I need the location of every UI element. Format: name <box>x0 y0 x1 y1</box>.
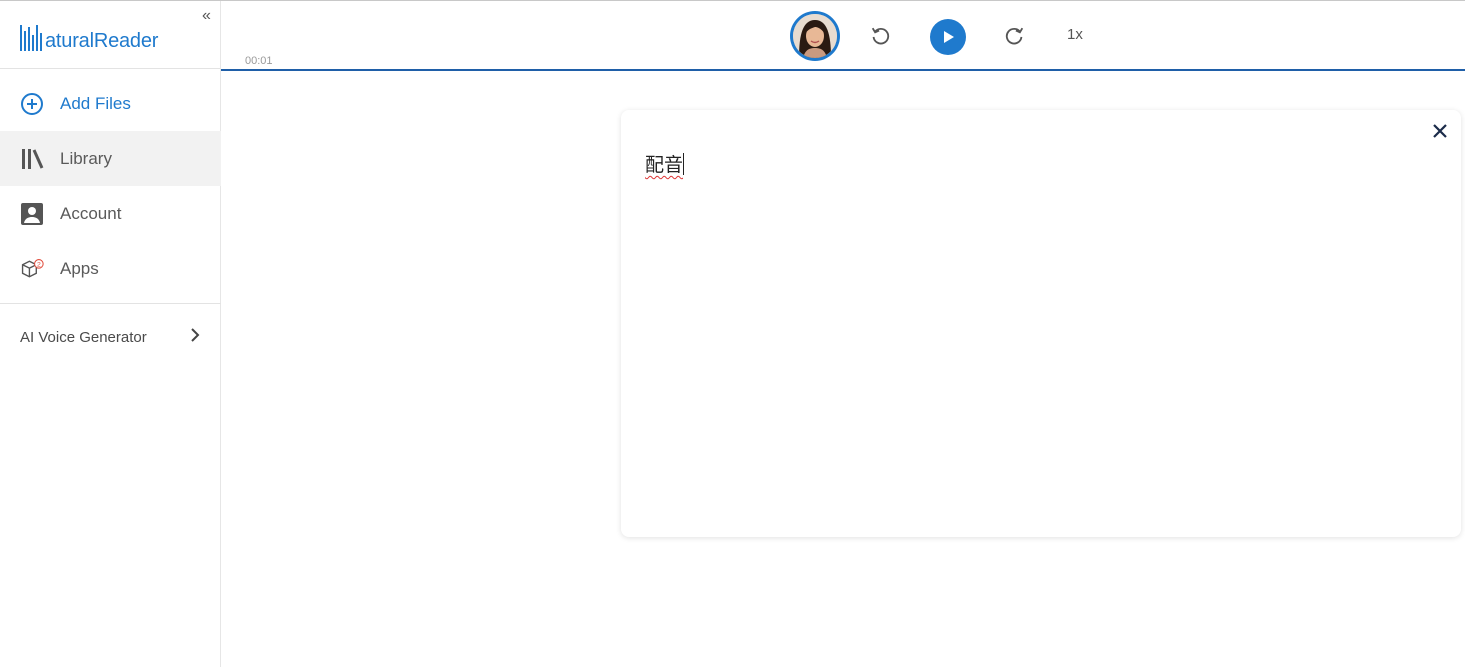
sidebar: aturalReader « Add Files Library Account… <box>0 1 221 667</box>
collapse-sidebar-button[interactable]: « <box>202 8 211 24</box>
apps-label: Apps <box>60 258 99 278</box>
logo-text: aturalReader <box>45 30 159 52</box>
sidebar-item-apps[interactable]: 2 Apps <box>0 241 221 296</box>
add-files-button[interactable]: Add Files <box>0 76 221 131</box>
ai-voice-generator-label: AI Voice Generator <box>20 328 147 346</box>
text-caret <box>683 153 685 175</box>
playback-speed-button[interactable]: 1x <box>1067 26 1083 43</box>
close-button[interactable] <box>1431 122 1449 140</box>
player-bar: 1x 00:01 <box>221 1 1465 71</box>
close-icon <box>1433 124 1447 138</box>
add-files-label: Add Files <box>60 93 131 113</box>
progress-bar[interactable] <box>221 69 1465 71</box>
play-icon <box>944 31 954 43</box>
rewind-icon <box>871 27 890 45</box>
apps-badge-count: 2 <box>37 261 41 268</box>
sidebar-item-account[interactable]: Account <box>0 186 221 241</box>
ai-voice-generator-link[interactable]: AI Voice Generator <box>20 327 200 347</box>
apps-box-icon: 2 <box>20 257 44 281</box>
naturalreader-logo[interactable]: aturalReader <box>20 21 158 51</box>
editor-text: 配音 <box>645 155 684 176</box>
elapsed-time: 00:01 <box>245 55 273 67</box>
forward-button[interactable] <box>1000 21 1030 51</box>
plus-circle-icon <box>20 92 44 116</box>
logo-waveform-icon <box>20 25 42 51</box>
library-icon <box>20 147 44 171</box>
chevron-right-icon <box>190 327 200 347</box>
library-label: Library <box>60 148 112 168</box>
rewind-button[interactable] <box>865 21 895 51</box>
text-input-area[interactable]: 配音 <box>645 150 1435 510</box>
play-button[interactable] <box>930 19 966 55</box>
forward-icon <box>1005 27 1024 45</box>
sidebar-item-library[interactable]: Library <box>0 131 221 186</box>
account-icon <box>20 202 44 226</box>
divider <box>0 68 221 69</box>
avatar-image <box>793 14 837 58</box>
divider <box>0 303 221 304</box>
account-label: Account <box>60 203 122 223</box>
text-editor-panel: 配音 <box>621 110 1461 537</box>
voice-avatar[interactable] <box>790 11 840 61</box>
